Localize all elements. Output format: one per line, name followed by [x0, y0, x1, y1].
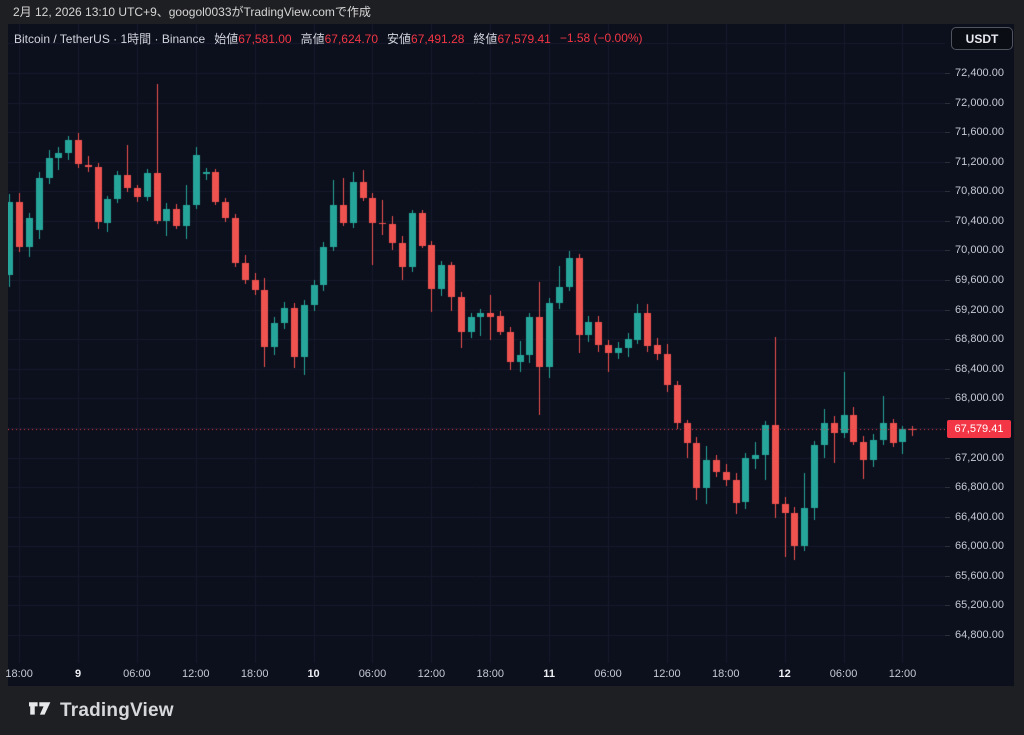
ohlc-open-value: 67,581.00 — [238, 32, 291, 46]
time-axis-label: 12:00 — [182, 663, 210, 686]
price-axis-label: 70,400.00 — [945, 215, 1014, 227]
ohlc-high-value: 67,624.70 — [325, 32, 378, 46]
snapshot-attribution-bar: 2月 12, 2026 13:10 UTC+9、googol0033がTradi… — [0, 0, 1024, 24]
price-axis-label: 68,400.00 — [945, 363, 1014, 375]
price-axis-label: 67,200.00 — [945, 452, 1014, 464]
price-axis-label: 69,200.00 — [945, 304, 1014, 316]
price-axis-label: 70,800.00 — [945, 185, 1014, 197]
time-axis-label: 06:00 — [830, 663, 858, 686]
price-axis-label: 71,200.00 — [945, 156, 1014, 168]
last-price-tag: 67,579.41 — [947, 420, 1011, 438]
ohlc-high-label: 高値 — [301, 32, 325, 46]
currency-toggle-button[interactable]: USDT — [951, 27, 1013, 50]
ohlc-high: 高値67,624.70 — [301, 30, 378, 47]
ohlc-close-value: 67,579.41 — [497, 32, 550, 46]
ohlc-close: 終値67,579.41 — [473, 30, 550, 47]
time-axis[interactable]: 18:00 9 06:00 12:00 18:00 10 06:00 12:00 18:00 11… — [8, 663, 1014, 686]
time-axis-day-label: 12 — [779, 663, 791, 686]
time-axis-label: 06:00 — [359, 663, 387, 686]
time-axis-label: 18:00 — [241, 663, 269, 686]
ohlc-low-value: 67,491.28 — [411, 32, 464, 46]
price-axis-label: 70,000.00 — [945, 244, 1014, 256]
price-axis-label: 64,800.00 — [945, 629, 1014, 641]
price-axis-label: 68,800.00 — [945, 333, 1014, 345]
ohlc-open: 始値67,581.00 — [214, 30, 291, 47]
price-axis-label: 66,400.00 — [945, 511, 1014, 523]
price-axis[interactable]: 67,579.41 72,400.00 72,000.00 71,600.00 71,… — [945, 24, 1014, 663]
ohlc-low: 安値67,491.28 — [387, 30, 464, 47]
time-axis-label: 12:00 — [889, 663, 917, 686]
time-axis-label: 18:00 — [5, 663, 33, 686]
symbol-description: Bitcoin / TetherUS · 1時間 · Binance — [14, 30, 205, 47]
chart-legend: Bitcoin / TetherUS · 1時間 · Binance 始値67,… — [14, 30, 643, 46]
time-axis-day-label: 11 — [543, 663, 555, 686]
tradingview-wordmark[interactable]: TradingView — [60, 700, 174, 722]
time-axis-label: 18:00 — [476, 663, 504, 686]
ohlc-open-label: 始値 — [214, 32, 238, 46]
price-change: −1.58 (−0.00%) — [560, 31, 643, 45]
tradingview-logo-icon[interactable] — [29, 700, 52, 721]
price-axis-label: 65,200.00 — [945, 599, 1014, 611]
chart-widget: Bitcoin / TetherUS · 1時間 · Binance 始値67,… — [8, 24, 1014, 686]
price-axis-label: 69,600.00 — [945, 274, 1014, 286]
price-axis-label: 68,000.00 — [945, 392, 1014, 404]
tradingview-snapshot: { "topbar": { "snapshot_info": "2月 12, 2… — [0, 0, 1024, 735]
price-axis-label: 72,400.00 — [945, 67, 1014, 79]
time-axis-day-label: 10 — [307, 663, 319, 686]
ohlc-low-label: 安値 — [387, 32, 411, 46]
time-axis-label: 18:00 — [712, 663, 740, 686]
time-axis-label: 12:00 — [653, 663, 681, 686]
price-axis-label: 66,800.00 — [945, 481, 1014, 493]
time-axis-label: 06:00 — [123, 663, 151, 686]
time-axis-label: 12:00 — [418, 663, 446, 686]
price-axis-label: 66,000.00 — [945, 540, 1014, 552]
snapshot-attribution-text: 2月 12, 2026 13:10 UTC+9、googol0033がTradi… — [13, 5, 371, 19]
price-axis-label: 65,600.00 — [945, 570, 1014, 582]
ohlc-close-label: 終値 — [473, 32, 497, 46]
chart-pane-canvas[interactable] — [8, 24, 945, 663]
time-axis-label: 06:00 — [594, 663, 622, 686]
price-axis-label: 71,600.00 — [945, 126, 1014, 138]
footer-bar: TradingView — [0, 686, 1024, 735]
price-axis-label: 72,000.00 — [945, 97, 1014, 109]
time-axis-day-label: 9 — [75, 663, 81, 686]
